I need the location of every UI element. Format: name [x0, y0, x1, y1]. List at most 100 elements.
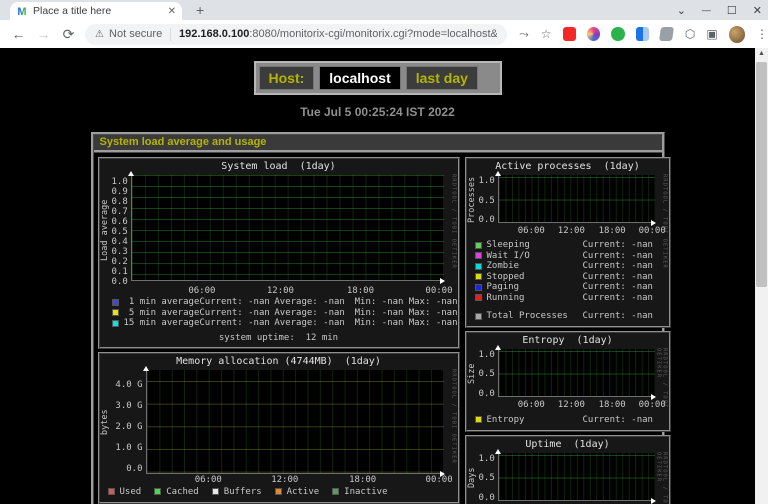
y-tick: 0.7: [112, 207, 128, 217]
x-tick: 00:00: [639, 400, 666, 410]
x-tick: 00:00: [426, 475, 453, 485]
x-tick: 06:00: [195, 475, 222, 485]
system-uptime-text: system uptime: 12 min: [100, 333, 458, 343]
y-tick: 0.0: [479, 215, 495, 225]
legend-item: Used: [108, 486, 142, 498]
uptime-graph[interactable]: Uptime (1day) RRDTOOL / TOBI OETIKER Day…: [465, 435, 671, 504]
host-value: localhost: [319, 66, 400, 90]
x-tick: 06:00: [518, 226, 545, 236]
y-axis-arrow-icon: [495, 171, 501, 176]
extensions-puzzle-icon[interactable]: ⬡: [685, 27, 695, 41]
legend-row: Running Current: -nan: [467, 293, 669, 304]
y-axis-label: Processes: [467, 175, 479, 225]
side-panel-icon[interactable]: ▣: [706, 27, 717, 41]
y-tick: 0.0: [112, 277, 128, 287]
x-tick: 06:00: [188, 286, 215, 296]
page-content: Host: localhost last day Tue Jul 5 00:25…: [0, 48, 768, 504]
y-tick: 1.0: [479, 350, 495, 360]
warning-icon: ⚠: [95, 29, 104, 40]
x-tick: 18:00: [347, 286, 374, 296]
scrollbar-up-icon[interactable]: ▲: [755, 48, 768, 60]
flipboard-extension-icon[interactable]: [563, 27, 576, 41]
legend-swatch: [475, 284, 482, 291]
bookmark-star-icon[interactable]: ☆: [541, 27, 552, 41]
y-tick: 1.0: [112, 177, 128, 187]
x-axis-ticks: 06:0012:0018:0000:00: [150, 475, 444, 486]
x-tick: 18:00: [599, 400, 626, 410]
legend-swatch: [475, 242, 482, 249]
memory-allocation-graph[interactable]: Memory allocation (4744MB) (1day) RRDTOO…: [98, 352, 460, 504]
y-axis-ticks: 4.0 G3.0 G2.0 G1.0 G0.0: [112, 370, 146, 474]
tab-close-icon[interactable]: ✕: [168, 6, 176, 17]
x-axis-arrow-icon: [440, 278, 445, 284]
address-bar[interactable]: ⚠ Not secure 192.168.0.100:8080/monitori…: [85, 24, 507, 45]
legend-row: 1 min average Current: -nan Average: -na…: [100, 297, 458, 308]
legend-row: 15 min average Current: -nan Average: -n…: [100, 318, 458, 329]
y-tick: 0.9: [112, 187, 128, 197]
legend-row: Stopped Current: -nan: [467, 272, 669, 283]
y-axis-arrow-icon: [495, 345, 501, 350]
y-tick: 0.5: [479, 196, 495, 206]
y-tick: 1.0: [479, 176, 495, 186]
browser-tab[interactable]: M Place a title here ✕: [10, 2, 182, 20]
grammarly-extension-icon[interactable]: [611, 27, 624, 41]
legend-swatch: [275, 488, 282, 495]
plot-area: [498, 349, 655, 397]
legend-swatch: [475, 273, 482, 280]
profile-avatar[interactable]: [729, 26, 745, 43]
system-load-graph[interactable]: System load (1day) RRDTOOL / TOBI OETIKE…: [98, 157, 460, 349]
legend-item: Buffers: [212, 486, 262, 498]
legend-item: Cached: [154, 486, 199, 498]
x-tick: 18:00: [349, 475, 376, 485]
legend-swatch: [475, 294, 482, 301]
y-tick: 1.0: [479, 454, 495, 464]
notes-extension-icon[interactable]: [659, 27, 674, 41]
scrollbar-thumb[interactable]: [756, 62, 767, 287]
y-tick: 0.0: [479, 389, 495, 399]
legend-swatch: [154, 488, 161, 495]
host-label: Host:: [259, 66, 315, 90]
reader-extension-icon[interactable]: [636, 27, 649, 41]
svg-text:M: M: [17, 6, 26, 17]
x-tick: 12:00: [271, 475, 298, 485]
entropy-graph[interactable]: Entropy (1day) RRDTOOL / TOBI OETIKER Si…: [465, 331, 671, 432]
x-tick: 12:00: [558, 226, 585, 236]
back-icon[interactable]: ←: [6, 26, 31, 42]
y-tick: 0.5: [479, 473, 495, 483]
legend-swatch: [112, 299, 119, 306]
rrdtool-watermark: RRDTOOL / TOBI OETIKER: [656, 348, 668, 430]
page-scrollbar[interactable]: ▲: [755, 48, 768, 504]
camera-extension-icon[interactable]: [587, 27, 600, 41]
y-tick: 3.0 G: [115, 401, 142, 411]
y-tick: 0.4: [112, 237, 128, 247]
y-axis-label: Size: [467, 349, 479, 399]
forward-icon[interactable]: →: [31, 26, 56, 42]
x-tick: 06:00: [518, 400, 545, 410]
legend: Sleeping Current: -nan Wait I/O Current:…: [467, 240, 669, 303]
legend-swatch: [475, 313, 482, 320]
plot-area: [498, 453, 655, 501]
legend-swatch: [475, 263, 482, 270]
y-tick: 1.0 G: [115, 443, 142, 453]
restore-down-icon[interactable]: ⌄: [677, 4, 686, 17]
window-close-icon[interactable]: ✕: [753, 4, 762, 17]
active-processes-graph[interactable]: Active processes (1day) RRDTOOL / TOBI O…: [465, 157, 671, 328]
plot-area: [498, 175, 655, 223]
x-axis-ticks: 06:0012:0018:0000:00: [501, 226, 655, 237]
y-tick: 0.0: [479, 493, 495, 503]
minimize-icon[interactable]: —: [702, 5, 711, 15]
legend: Entropy Current: -nan: [467, 414, 669, 426]
y-tick: 0.2: [112, 257, 128, 267]
reload-icon[interactable]: ⟳: [56, 26, 81, 43]
rrdtool-watermark: RRDTOOL / TOBI OETIKER: [451, 369, 457, 464]
new-tab-button[interactable]: +: [196, 2, 204, 18]
share-icon[interactable]: ⤳: [519, 27, 529, 42]
plot-area: [131, 175, 444, 281]
url-path: :8080/monitorix-cgi/monitorix.cgi?mode=l…: [249, 28, 497, 40]
browser-menu-icon[interactable]: ⋮: [756, 27, 768, 41]
period-label: last day: [406, 66, 478, 90]
y-axis-arrow-icon: [128, 171, 134, 176]
x-axis-ticks: 06:0012:0018:0000:00: [142, 286, 444, 297]
chart-title: System load (1day): [100, 159, 458, 175]
maximize-icon[interactable]: ☐: [727, 4, 737, 17]
